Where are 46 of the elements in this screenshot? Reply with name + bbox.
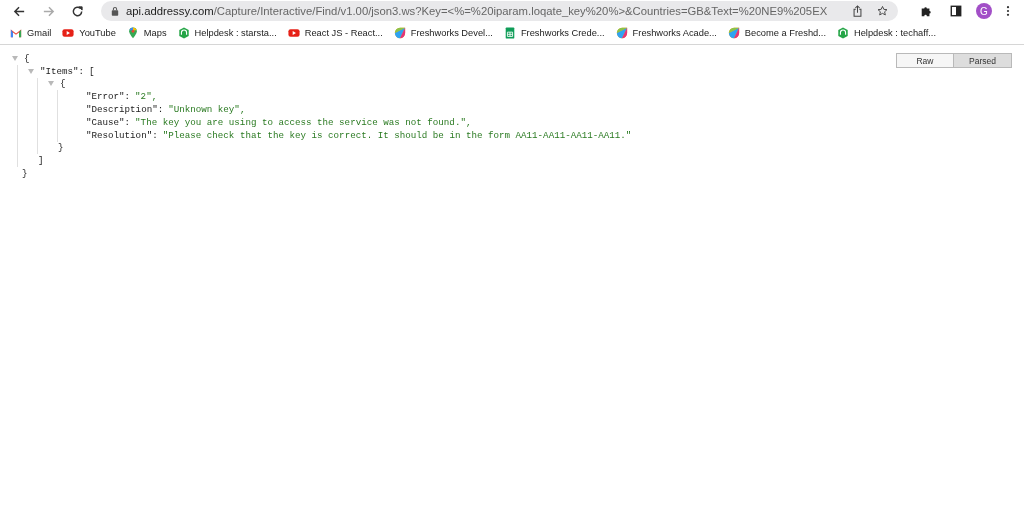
json-value: "2", xyxy=(135,91,158,103)
map-pin-icon xyxy=(126,27,139,39)
url-text: api.addressy.com/Capture/Interactive/Find/v1.00/json3.ws?Key=<%=%20iparam.loqate_key%20%>&Countries=GB&Text=%20NE9%205EX xyxy=(126,5,829,17)
mail-icon xyxy=(10,27,22,39)
json-bracket: [ xyxy=(89,65,95,77)
json-bracket: } xyxy=(57,142,64,154)
json-bracket: } xyxy=(21,168,28,180)
json-value: "The key you are using to access the service was not found.", xyxy=(135,116,472,128)
play-icon xyxy=(287,27,300,39)
json-value: "Unknown key", xyxy=(168,104,246,116)
json-key: "Cause": xyxy=(86,116,131,128)
colorful-leaf-icon xyxy=(727,27,740,39)
view-toggle-button[interactable]: Raw xyxy=(896,53,954,68)
json-key: "Description": xyxy=(86,104,164,116)
bookmark[interactable]: React JS - React... xyxy=(285,24,392,42)
bookmark[interactable]: Freshworks Devel... xyxy=(391,24,502,42)
menu-icon[interactable] xyxy=(1006,5,1010,17)
lock-icon xyxy=(111,6,119,16)
bookmark[interactable]: Helpdesk : techaff... xyxy=(835,24,945,42)
bookmark[interactable]: Freshworks Acade... xyxy=(613,24,726,42)
address-bar[interactable]: api.addressy.com/Capture/Interactive/Find/v1.00/json3.ws?Key=<%=%20iparam.loqate_key%20%>&Countries=GB&Text=%20NE9%205EX xyxy=(101,1,898,21)
share-icon[interactable] xyxy=(852,5,863,17)
back-icon[interactable] xyxy=(13,4,26,18)
json-bracket: ] xyxy=(37,155,44,167)
bookmark[interactable]: Become a Freshd... xyxy=(725,24,835,42)
json-bracket: { xyxy=(60,78,66,90)
play-icon xyxy=(62,27,75,39)
star-icon[interactable] xyxy=(877,5,888,17)
reload-icon[interactable] xyxy=(71,4,84,18)
bookmark[interactable]: Helpdesk : starsta... xyxy=(175,24,286,42)
spreadsheet-icon xyxy=(503,27,516,39)
json-key: "Items": xyxy=(40,65,85,77)
puzzle-icon[interactable] xyxy=(920,5,932,17)
bookmark[interactable]: Freshworks Crede... xyxy=(501,24,614,42)
profile-avatar[interactable]: G xyxy=(976,3,992,19)
bookmark[interactable]: Maps xyxy=(124,24,176,42)
json-value: "Please check that the key is correct. It should be in the form AA11-AA11-AA11-AA11." xyxy=(162,129,632,141)
bookmark[interactable]: Gmail xyxy=(8,24,61,42)
view-toggle-button[interactable]: Parsed xyxy=(954,53,1012,68)
colorful-leaf-icon xyxy=(615,27,628,39)
bookmark[interactable]: YouTube xyxy=(60,24,125,42)
json-key: "Resolution": xyxy=(86,129,158,141)
json-bracket: { xyxy=(24,52,30,64)
colorful-leaf-icon xyxy=(393,27,406,39)
side-panel-icon[interactable] xyxy=(950,5,962,17)
json-key: "Error": xyxy=(86,91,131,103)
